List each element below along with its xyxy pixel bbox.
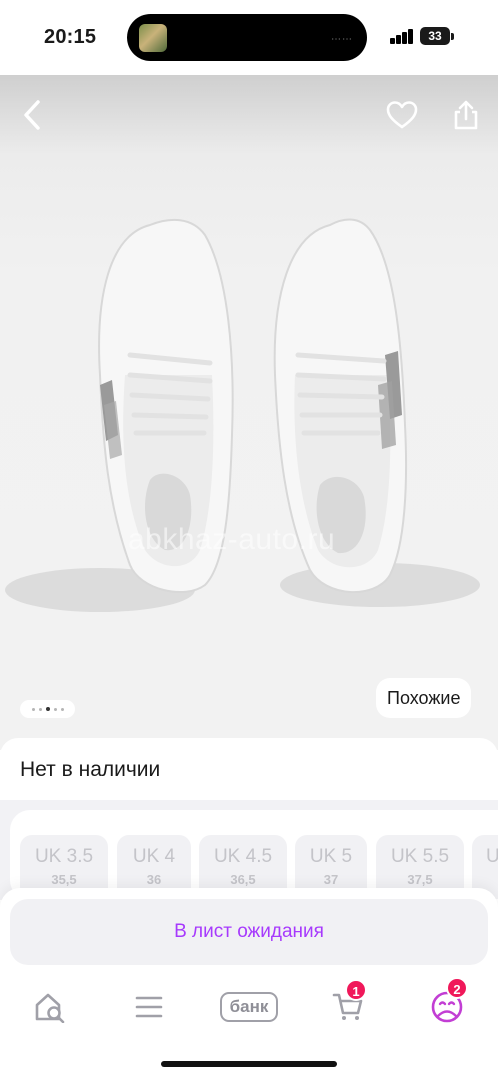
page-dot xyxy=(38,707,42,711)
page-dot xyxy=(53,707,57,711)
product-info: Нет в наличии xyxy=(0,738,498,800)
tab-catalog[interactable] xyxy=(124,985,174,1029)
size-list[interactable]: UK 3.5 35,5 UK 4 36 UK 4.5 36,5 UK 5 37 … xyxy=(10,810,498,900)
product-gallery[interactable]: abkhaz-auto.ru Похожие xyxy=(0,75,498,750)
battery-tip xyxy=(451,33,454,40)
profile-badge: 2 xyxy=(446,977,468,999)
bank-icon: банк xyxy=(219,992,279,1022)
size-uk-label: UK 4 xyxy=(132,846,176,867)
audio-wave-icon: ⋯⋯ xyxy=(331,34,353,45)
heart-icon xyxy=(386,101,418,129)
action-panel: В лист ожидания xyxy=(0,888,498,973)
tab-bank[interactable]: банк xyxy=(214,985,284,1029)
music-thumbnail-icon xyxy=(139,24,167,52)
size-eu-label: 37,5 xyxy=(407,872,433,887)
tab-profile[interactable]: 2 xyxy=(422,977,472,1029)
share-icon xyxy=(454,100,478,130)
status-bar: 20:15 ⋯⋯ 33 xyxy=(0,0,498,75)
page-dot xyxy=(60,707,64,711)
size-eu-label: 37 xyxy=(323,872,339,887)
catalog-menu-icon xyxy=(135,996,163,1018)
size-eu-label: 36,5 xyxy=(230,872,256,887)
back-button[interactable] xyxy=(12,95,52,135)
similar-button[interactable]: Похожие xyxy=(376,678,472,718)
cart-badge: 1 xyxy=(345,979,367,1001)
size-eu-label: 35,5 xyxy=(51,872,77,887)
gallery-pagination xyxy=(20,700,75,718)
size-eu-label: 36 xyxy=(146,872,162,887)
size-uk-label: UK 5 xyxy=(309,846,353,867)
favorite-button[interactable] xyxy=(382,95,422,135)
status-time: 20:15 xyxy=(44,26,97,48)
tab-cart[interactable]: 1 xyxy=(323,979,373,1029)
watermark: abkhaz-auto.ru xyxy=(128,523,336,556)
dynamic-island[interactable]: ⋯⋯ xyxy=(127,14,367,61)
page-dot-active xyxy=(45,707,50,711)
size-uk-label: UK 4.5 xyxy=(213,846,273,867)
waitlist-button[interactable]: В лист ожидания xyxy=(10,899,488,965)
size-uk-label: UK 5.5 xyxy=(390,846,450,867)
availability-status: Нет в наличии xyxy=(20,758,161,781)
battery-icon: 33 xyxy=(420,27,450,45)
size-uk-label: UK xyxy=(486,846,498,867)
size-selector: UK 3.5 35,5 UK 4 36 UK 4.5 36,5 UK 5 37 … xyxy=(0,800,498,900)
page-dot xyxy=(31,707,35,711)
share-button[interactable] xyxy=(446,95,486,135)
signal-icon xyxy=(390,28,416,44)
size-uk-label: UK 3.5 xyxy=(34,846,94,867)
home-indicator[interactable] xyxy=(161,1061,337,1067)
back-chevron-icon xyxy=(24,100,40,130)
home-search-icon xyxy=(35,993,65,1023)
tab-home[interactable] xyxy=(25,985,75,1029)
product-image xyxy=(5,218,480,612)
